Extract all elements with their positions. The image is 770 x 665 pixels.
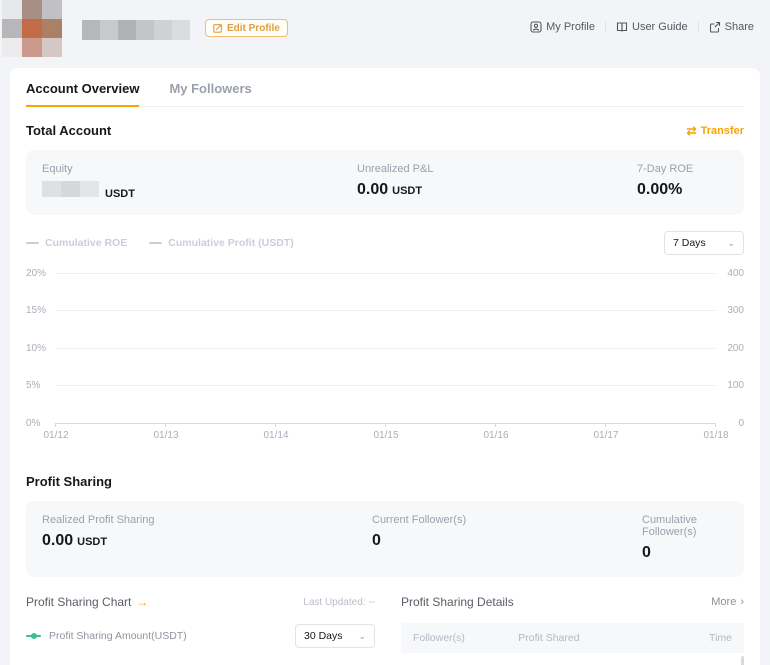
y-axis-right-label: 0 <box>716 418 744 429</box>
x-axis-label: 01/14 <box>263 430 288 441</box>
details-column-header: Follower(s) <box>413 632 518 644</box>
chevron-down-icon: ⌄ <box>727 238 735 249</box>
equity-value-redacted <box>42 181 99 197</box>
gridline-row: 20% 400 <box>26 266 744 280</box>
more-link[interactable]: More › <box>711 596 744 608</box>
details-column-header: Profit Shared <box>518 632 709 644</box>
y-axis-right-label: 300 <box>716 305 744 316</box>
profit-sharing-details-title: Profit Sharing Details <box>401 595 514 609</box>
profit-sharing-chart-link[interactable]: Profit Sharing Chart → <box>26 595 148 609</box>
user-guide-link[interactable]: User Guide <box>616 21 688 33</box>
y-axis-right-label: 100 <box>716 380 744 391</box>
details-column-header: Time <box>709 632 732 644</box>
avatar <box>2 0 62 57</box>
profit-sharing-title: Profit Sharing <box>26 474 112 489</box>
stat-cumulative-followers: Cumulative Follower(s) 0 <box>642 514 728 562</box>
details-table-body <box>401 653 744 665</box>
stat-realized-profit: Realized Profit Sharing 0.00 USDT <box>42 514 372 562</box>
scrollbar-thumb[interactable] <box>741 656 744 665</box>
main-panel: Account Overview My Followers Total Acco… <box>10 68 760 665</box>
x-axis-label: 01/13 <box>153 430 178 441</box>
roe-profit-chart: 20%40015%30010%2005%1000%0 <box>26 273 744 423</box>
x-axis-label: 01/12 <box>43 430 68 441</box>
line-dot-marker-icon <box>26 635 41 637</box>
details-table-header: Follower(s)Profit SharedTime <box>401 623 744 653</box>
last-updated-label: Last Updated: -- <box>303 597 375 608</box>
axis-tick <box>385 423 386 427</box>
x-axis-label: 01/17 <box>593 430 618 441</box>
share-link[interactable]: Share <box>709 21 754 33</box>
y-axis-left-label: 15% <box>26 305 56 316</box>
chart-legend: Cumulative ROE Cumulative Profit (USDT) <box>26 237 294 249</box>
y-axis-left-label: 5% <box>26 380 56 391</box>
y-axis-left-label: 10% <box>26 343 56 354</box>
tab-my-followers[interactable]: My Followers <box>169 81 251 106</box>
x-axis-line: 0% 0 <box>26 416 744 430</box>
legend-profit-sharing-amount[interactable]: Profit Sharing Amount(USDT) <box>26 630 187 642</box>
edit-icon <box>213 23 223 33</box>
y-axis-left-label: 20% <box>26 268 56 279</box>
legend-cumulative-profit[interactable]: Cumulative Profit (USDT) <box>149 237 293 249</box>
total-account-title: Total Account <box>26 123 111 138</box>
tab-bar: Account Overview My Followers <box>26 68 744 107</box>
transfer-icon: ⇄ <box>687 125 697 137</box>
gridline <box>56 423 716 424</box>
edit-profile-button[interactable]: Edit Profile <box>205 19 288 37</box>
gridline <box>56 273 716 274</box>
roe-range-select[interactable]: 7 Days ⌄ <box>664 231 744 255</box>
gridline <box>56 385 716 386</box>
profit-sharing-chart-panel: Profit Sharing Chart → Last Updated: -- … <box>26 595 375 665</box>
gridline-row: 5% 100 <box>26 379 744 393</box>
axis-tick <box>165 423 166 427</box>
divider <box>698 22 699 33</box>
y-axis-right-label: 200 <box>716 343 744 354</box>
x-axis-label: 01/16 <box>483 430 508 441</box>
profit-sharing-stats: Realized Profit Sharing 0.00 USDT Curren… <box>26 501 744 577</box>
chevron-right-icon: › <box>740 596 744 608</box>
line-marker-icon <box>149 242 162 244</box>
gridline <box>56 310 716 311</box>
axis-tick <box>55 423 56 427</box>
axis-tick <box>715 423 716 427</box>
stat-7day-roe: 7-Day ROE 0.00% <box>637 163 728 200</box>
username-redacted <box>82 20 190 40</box>
chevron-down-icon: ⌄ <box>358 631 366 642</box>
page-header: Edit Profile My Profile User Guide <box>0 0 770 62</box>
transfer-button[interactable]: ⇄ Transfer <box>687 125 744 137</box>
arrow-right-icon: → <box>136 595 148 609</box>
tab-account-overview[interactable]: Account Overview <box>26 81 139 107</box>
legend-cumulative-roe[interactable]: Cumulative ROE <box>26 237 127 249</box>
line-marker-icon <box>26 242 39 244</box>
y-axis-right-label: 400 <box>716 268 744 279</box>
x-axis-label: 01/15 <box>373 430 398 441</box>
header-links: My Profile User Guide Share <box>530 21 754 33</box>
x-axis-labels: 01/1201/1301/1401/1501/1601/1701/18 <box>56 430 716 444</box>
profit-range-select[interactable]: 30 Days ⌄ <box>295 624 375 648</box>
total-account-stats: Equity USDT Unrealized P&L 0.00 USDT 7-D… <box>26 150 744 215</box>
profile-card-icon <box>530 21 542 33</box>
stat-equity: Equity USDT <box>42 163 357 200</box>
y-axis-left-label: 0% <box>26 418 56 429</box>
gridline-row: 15% 300 <box>26 304 744 318</box>
gridline <box>56 348 716 349</box>
axis-tick <box>495 423 496 427</box>
gridline-row: 10% 200 <box>26 341 744 355</box>
my-profile-link[interactable]: My Profile <box>530 21 595 33</box>
share-icon <box>709 21 721 33</box>
axis-tick <box>275 423 276 427</box>
divider <box>605 22 606 33</box>
axis-tick <box>605 423 606 427</box>
stat-unrealized-pnl: Unrealized P&L 0.00 USDT <box>357 163 637 200</box>
stat-current-followers: Current Follower(s) 0 <box>372 514 642 562</box>
book-icon <box>616 21 628 33</box>
x-axis-label: 01/18 <box>703 430 728 441</box>
profit-sharing-details-panel: Profit Sharing Details More › Follower(s… <box>401 595 744 665</box>
